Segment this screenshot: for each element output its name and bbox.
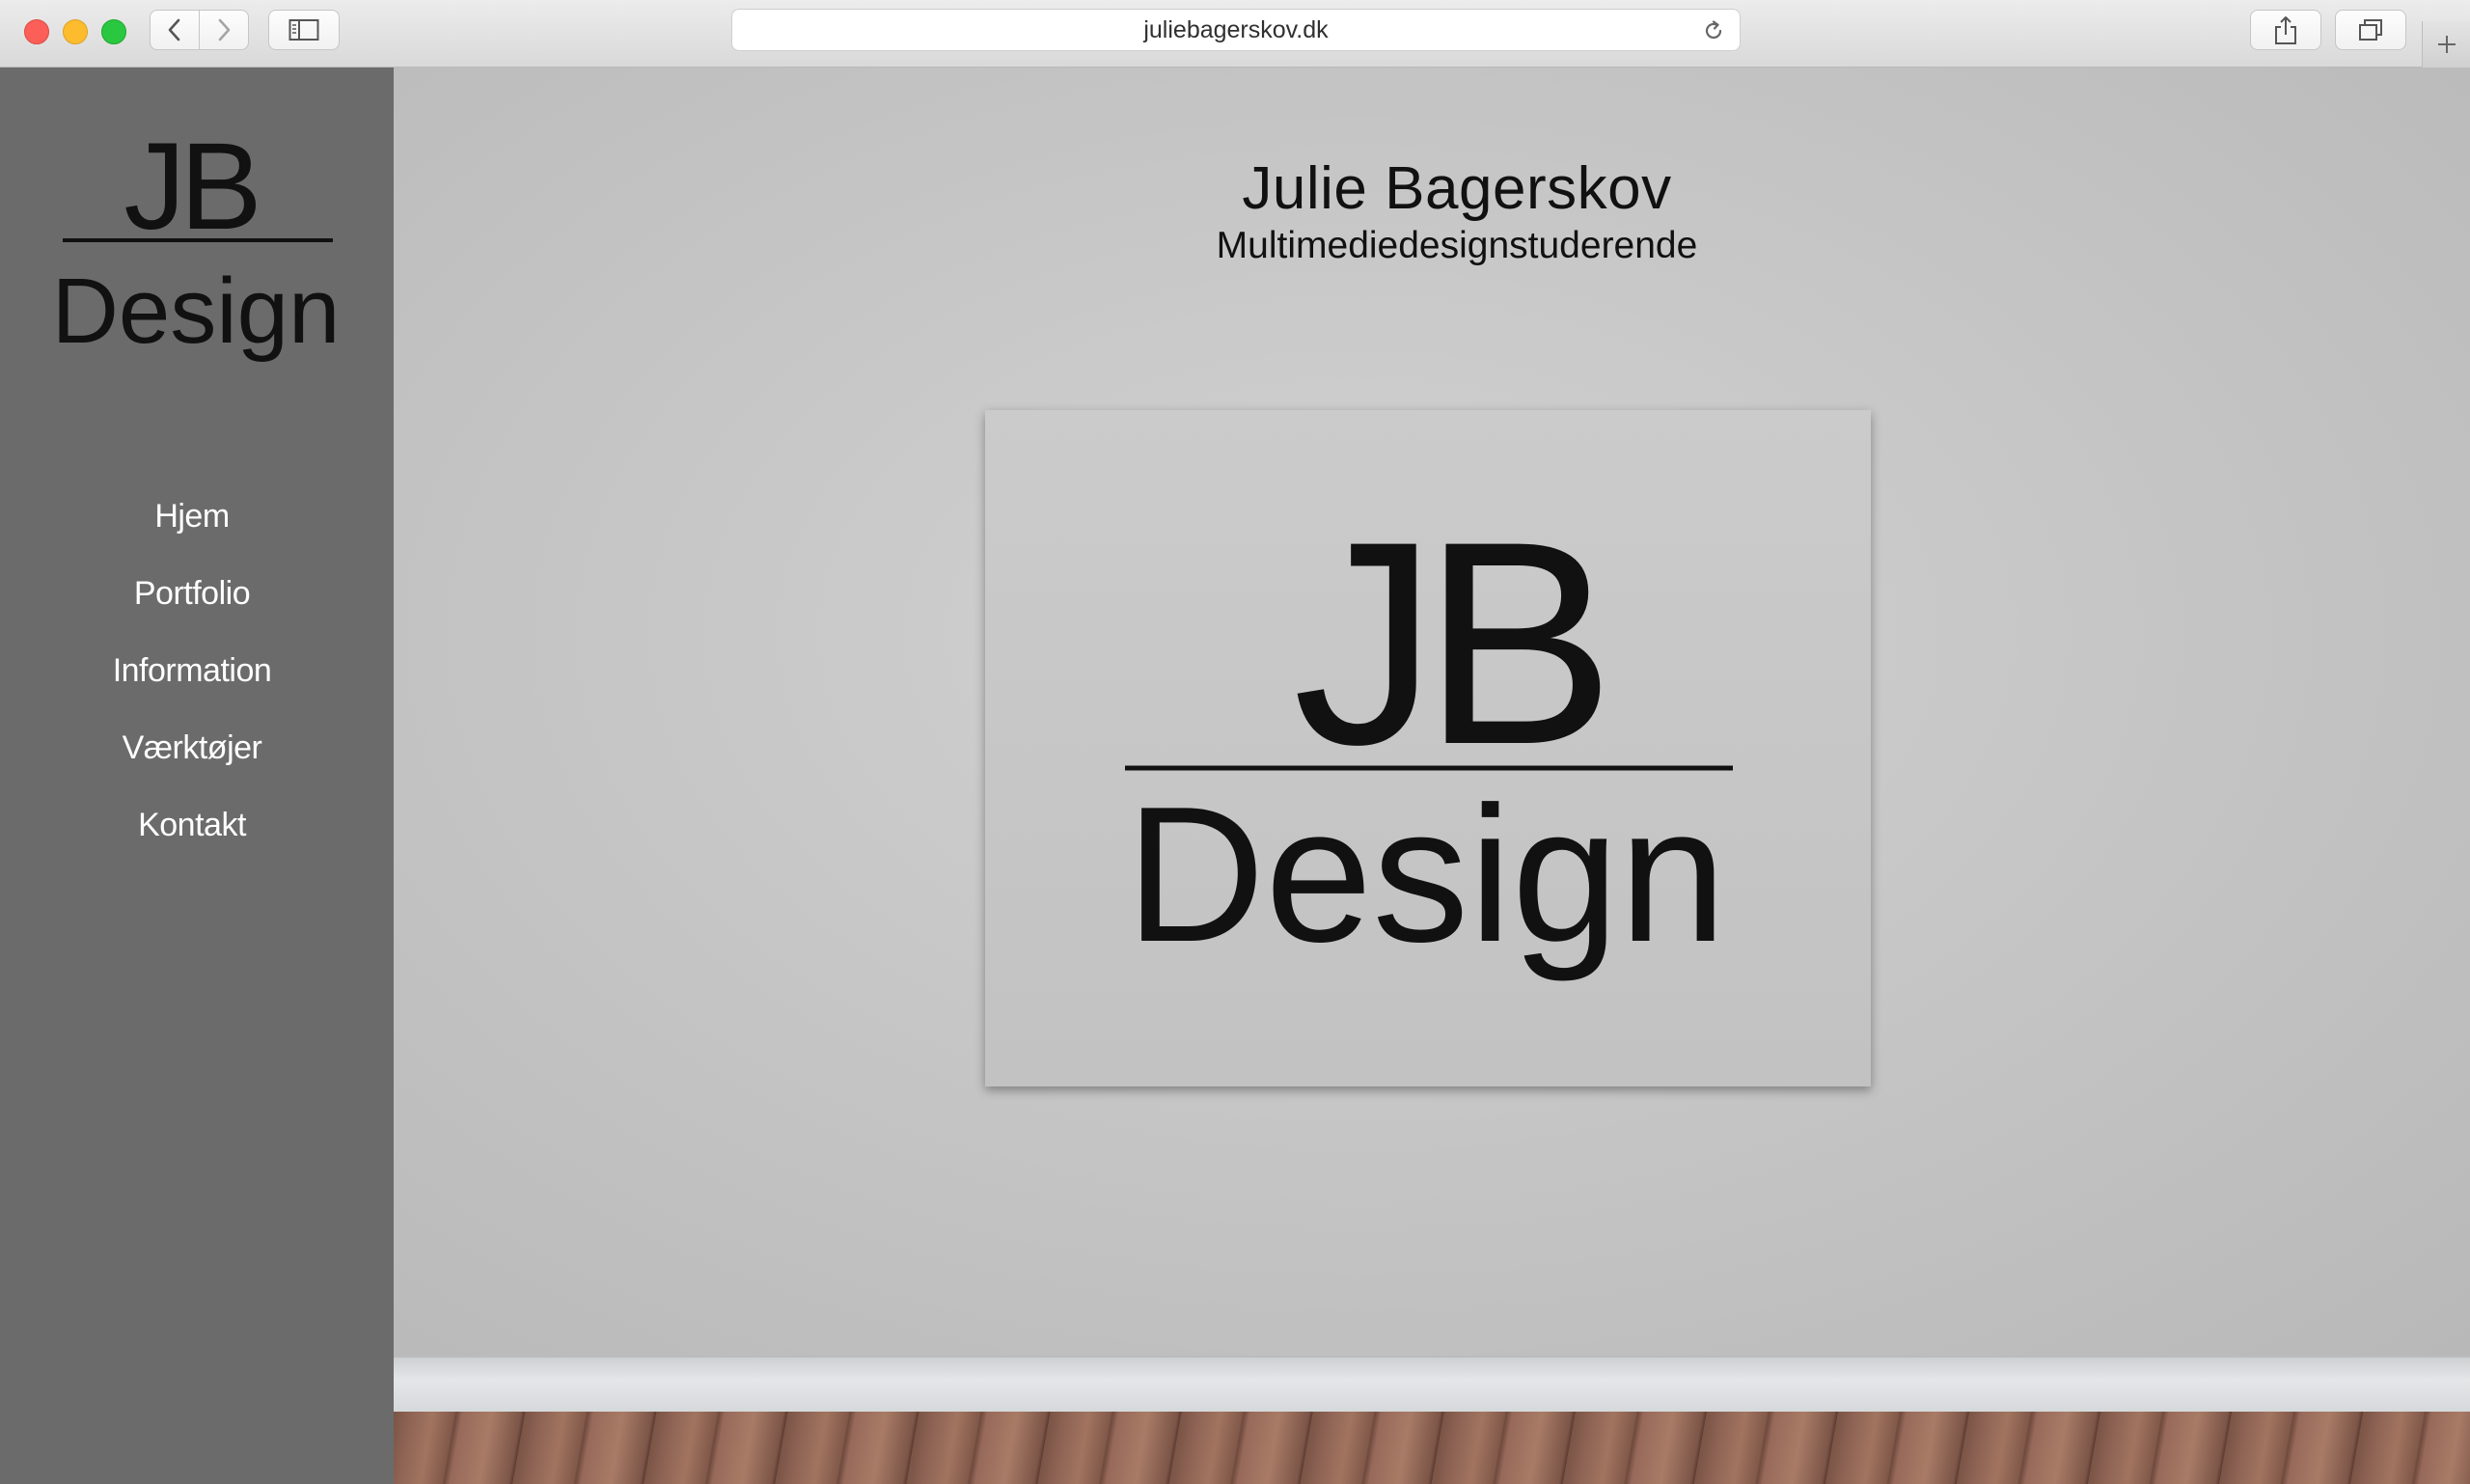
logo-canvas: JB Design xyxy=(985,410,1871,1086)
share-icon xyxy=(2275,16,2296,44)
browser-toolbar: juliebagerskov.dk xyxy=(0,0,2470,68)
reload-icon[interactable] xyxy=(1701,18,1726,43)
chevron-left-icon xyxy=(168,18,180,41)
plus-icon xyxy=(2438,36,2456,53)
web-page: JB Design Hjem Portfolio Information Vær… xyxy=(0,68,2470,1484)
nav-item-portfolio[interactable]: Portfolio xyxy=(0,555,384,632)
window-close-button[interactable] xyxy=(24,19,49,44)
nav-item-vaerktojer[interactable]: Værktøjer xyxy=(0,709,384,786)
nav-item-information[interactable]: Information xyxy=(0,632,384,709)
new-tab-button[interactable] xyxy=(2422,21,2470,68)
page-title: Julie Bagerskov xyxy=(1242,155,1672,222)
window-maximize-button[interactable] xyxy=(101,19,126,44)
share-button[interactable] xyxy=(2250,10,2321,50)
address-bar-url[interactable]: juliebagerskov.dk xyxy=(732,10,1740,50)
back-button[interactable] xyxy=(150,10,200,50)
show-sidebar-button[interactable] xyxy=(268,10,340,50)
logo-jb-text: JB xyxy=(124,121,256,256)
nav-item-hjem[interactable]: Hjem xyxy=(0,478,384,555)
sidebar: JB Design Hjem Portfolio Information Vær… xyxy=(0,68,394,1484)
window-minimize-button[interactable] xyxy=(63,19,88,44)
chevron-right-icon xyxy=(218,18,231,41)
sidebar-logo[interactable]: JB Design xyxy=(58,121,338,362)
canvas-logo-design-text: Design xyxy=(1126,767,1727,982)
main-navigation: Hjem Portfolio Information Værktøjer Kon… xyxy=(0,478,384,864)
page-subtitle: Multimediedesignstuderende xyxy=(1216,225,1698,266)
canvas-logo: JB Design xyxy=(1125,481,1733,982)
nav-item-kontakt[interactable]: Kontakt xyxy=(0,786,384,864)
logo-design-text: Design xyxy=(58,260,338,362)
forward-button[interactable] xyxy=(199,10,249,50)
canvas-logo-jb-text: JB xyxy=(1293,481,1604,805)
address-bar[interactable]: juliebagerskov.dk xyxy=(731,9,1741,51)
tabs-overview-icon xyxy=(2359,19,2382,41)
sidebar-icon xyxy=(288,19,319,41)
tab-overview-button[interactable] xyxy=(2335,10,2406,50)
